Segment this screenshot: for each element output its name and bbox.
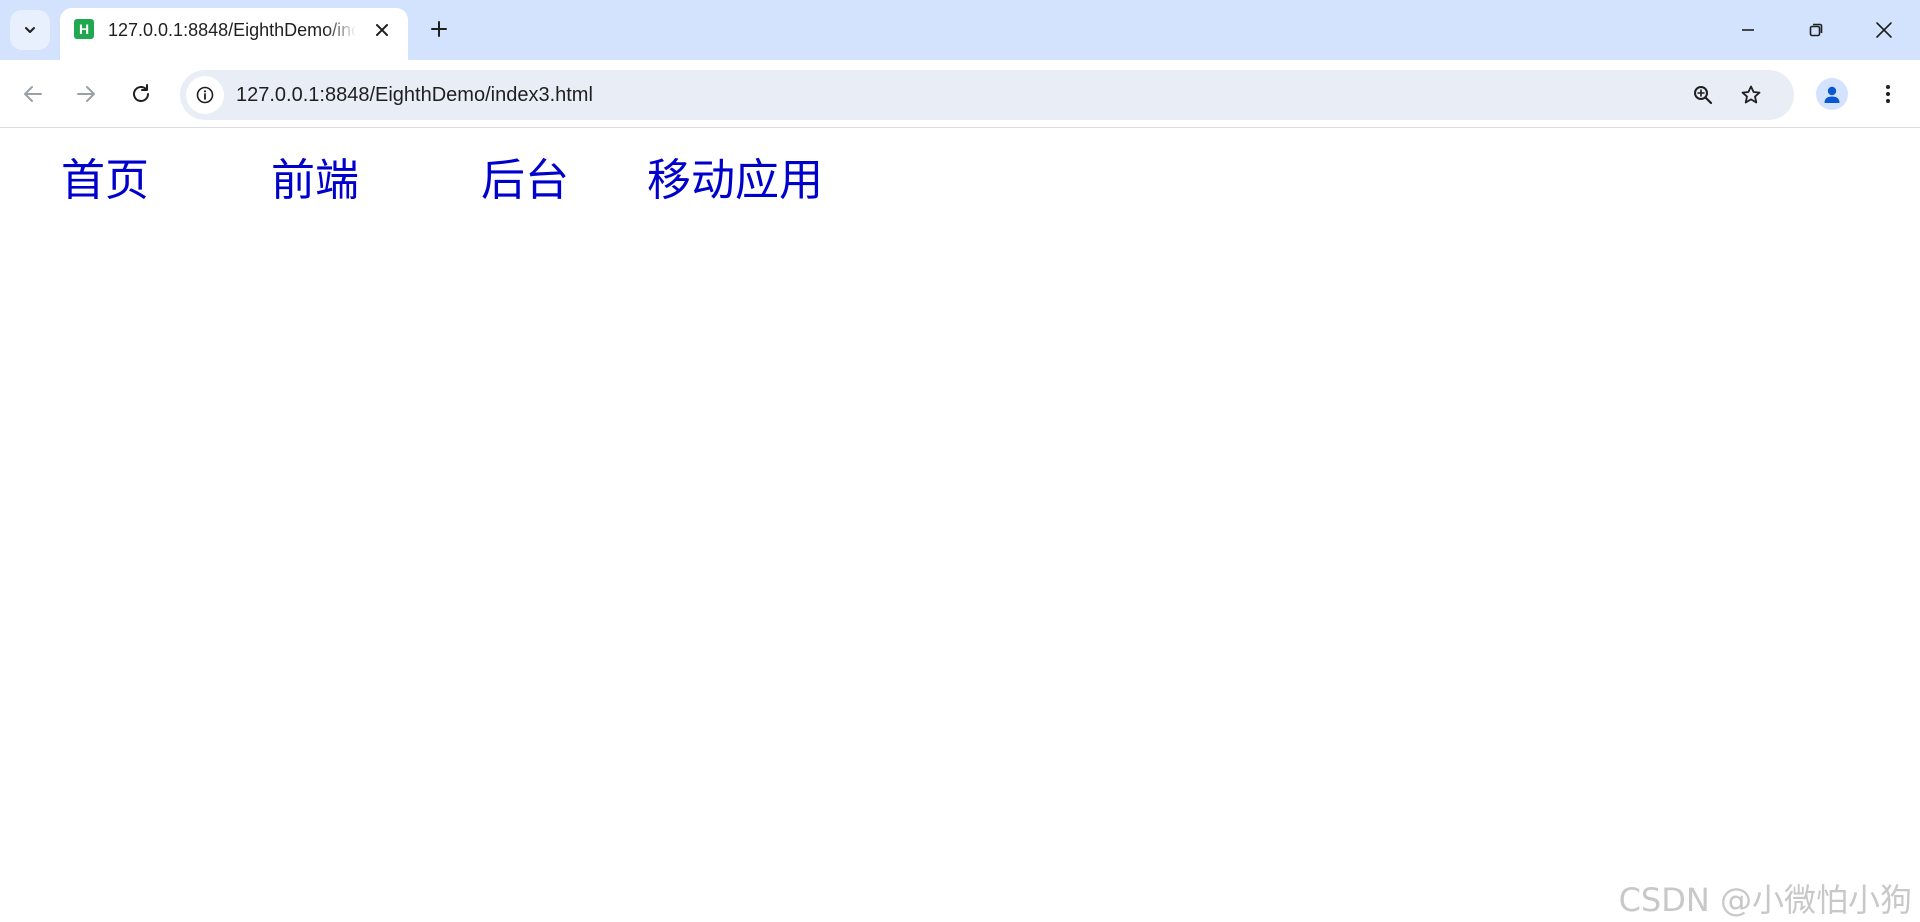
nav-link-home[interactable]: 首页 [0, 153, 210, 209]
restore-icon [1808, 22, 1824, 38]
profile-button[interactable] [1816, 78, 1848, 110]
zoom-icon [1692, 84, 1714, 106]
tab-search-button[interactable] [10, 10, 50, 50]
chevron-down-icon [22, 22, 38, 38]
bookmark-button[interactable] [1736, 80, 1766, 110]
new-tab-button[interactable] [424, 14, 454, 44]
address-bar[interactable]: 127.0.0.1:8848/EighthDemo/index3.html [180, 70, 1794, 120]
main-nav: 首页 前端 后台 移动应用 [0, 153, 840, 209]
nav-link-mobile[interactable]: 移动应用 [630, 153, 840, 209]
minimize-icon [1740, 22, 1756, 38]
nav-item-home: 首页 [0, 153, 210, 209]
watermark: CSDN @小微怕小狗 [1618, 881, 1912, 919]
reload-icon [130, 83, 152, 105]
zoom-button[interactable] [1688, 80, 1718, 110]
person-icon [1821, 83, 1843, 105]
arrow-left-icon [22, 83, 44, 105]
tab-close-button[interactable] [370, 18, 394, 42]
tab-strip: H 127.0.0.1:8848/EighthDemo/index3.html [0, 0, 1920, 60]
browser-toolbar: 127.0.0.1:8848/EighthDemo/index3.html [0, 60, 1920, 128]
more-vertical-icon [1885, 83, 1891, 105]
nav-item-mobile: 移动应用 [630, 153, 840, 209]
browser-tab[interactable]: H 127.0.0.1:8848/EighthDemo/index3.html [60, 8, 408, 60]
forward-button[interactable] [66, 74, 106, 114]
nav-link-frontend[interactable]: 前端 [210, 153, 420, 209]
star-icon [1740, 84, 1762, 106]
nav-item-backend: 后台 [420, 153, 630, 209]
reload-button[interactable] [121, 74, 161, 114]
close-icon [375, 23, 389, 37]
browser-menu-button[interactable] [1872, 78, 1904, 110]
nav-item-frontend: 前端 [210, 153, 420, 209]
tab-title: 127.0.0.1:8848/EighthDemo/index3.html [108, 20, 356, 40]
restore-button[interactable] [1796, 10, 1836, 50]
page-viewport: 首页 前端 后台 移动应用 CSDN @小微怕小狗 [0, 129, 1920, 922]
nav-link-backend[interactable]: 后台 [420, 153, 630, 209]
hbuilder-favicon-icon: H [74, 19, 94, 39]
window-close-button[interactable] [1864, 10, 1904, 50]
site-info-button[interactable] [186, 76, 224, 114]
arrow-right-icon [75, 83, 97, 105]
back-button[interactable] [13, 74, 53, 114]
info-icon [195, 85, 215, 105]
url-text[interactable]: 127.0.0.1:8848/EighthDemo/index3.html [236, 82, 593, 108]
plus-icon [430, 20, 448, 38]
close-icon [1875, 21, 1893, 39]
minimize-button[interactable] [1728, 10, 1768, 50]
